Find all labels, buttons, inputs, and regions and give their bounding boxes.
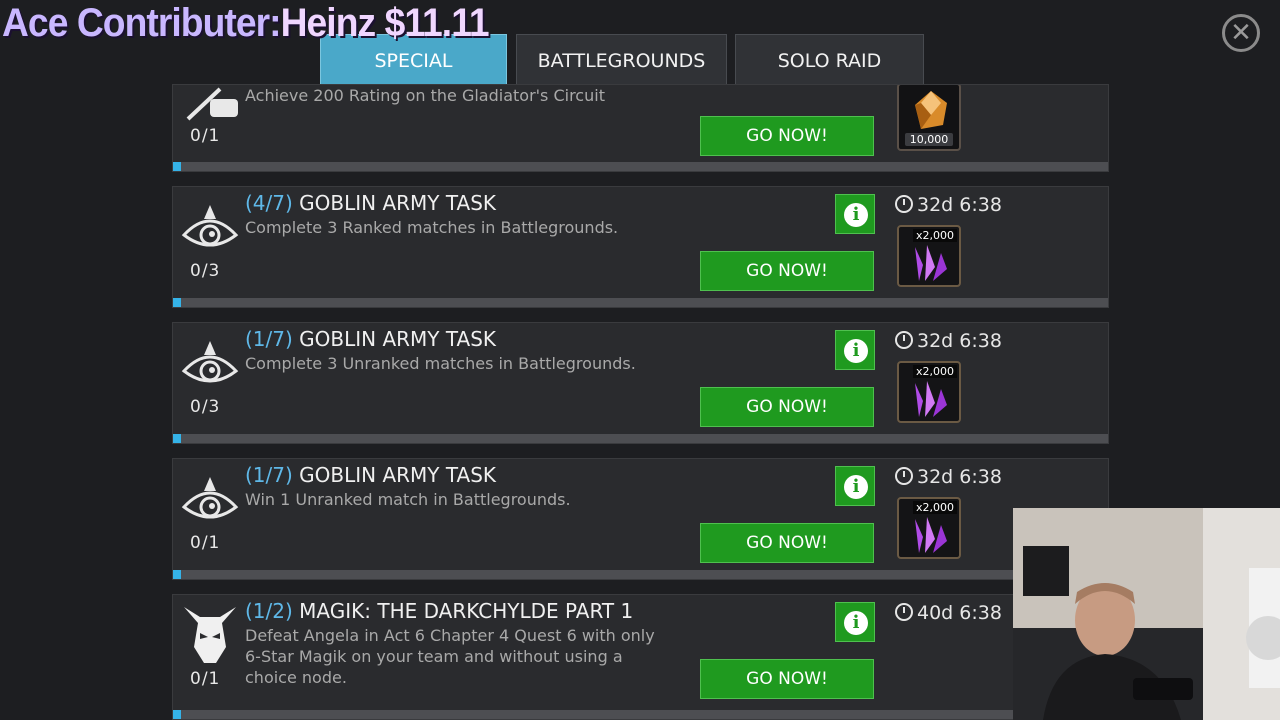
quest-card: (1/7) GOBLIN ARMY TASK Win 1 Unranked ma…	[172, 458, 1109, 580]
info-icon: i	[844, 339, 868, 363]
tab-solo-raid[interactable]: SOLO RAID	[735, 34, 924, 86]
magik-helmet-icon	[184, 607, 236, 663]
stopwatch-icon	[895, 195, 913, 213]
progress-bar-fill	[173, 710, 181, 719]
quest-step: (1/7)	[245, 327, 293, 351]
gladiator-icon	[186, 87, 238, 121]
progress-bar	[173, 162, 1108, 171]
timer-text: 32d 6:38	[917, 466, 1002, 488]
quest-timer: 32d 6:38	[895, 466, 1002, 488]
progress-bar-fill	[173, 434, 181, 443]
quest-reward[interactable]: x2,000	[897, 361, 961, 423]
go-now-button[interactable]: GO NOW!	[700, 387, 874, 427]
quest-name: GOBLIN ARMY TASK	[299, 463, 497, 487]
reward-quantity: 10,000	[905, 133, 953, 146]
go-now-button[interactable]: GO NOW!	[700, 659, 874, 699]
info-button[interactable]: i	[835, 194, 875, 234]
overlay-label: Ace Contributer:	[2, 1, 282, 45]
crystal-shards-icon	[915, 517, 947, 553]
quest-title: (1/2) MAGIK: THE DARKCHYLDE PART 1	[245, 599, 633, 623]
quest-timer: 32d 6:38	[895, 330, 1002, 352]
timer-text: 40d 6:38	[917, 602, 1002, 624]
quest-progress-count: 0/1	[190, 533, 221, 553]
progress-bar	[173, 434, 1108, 443]
gold-gem-icon	[915, 91, 947, 129]
info-button[interactable]: i	[835, 330, 875, 370]
reward-quantity: x2,000	[912, 365, 957, 378]
timer-text: 32d 6:38	[917, 330, 1002, 352]
info-button[interactable]: i	[835, 466, 875, 506]
quest-name: GOBLIN ARMY TASK	[299, 327, 497, 351]
timer-text: 32d 6:38	[917, 194, 1002, 216]
tab-battlegrounds[interactable]: BATTLEGROUNDS	[516, 34, 727, 86]
progress-bar	[173, 298, 1108, 307]
quest-progress-count: 0/1	[190, 669, 221, 689]
quest-card: (1/7) GOBLIN ARMY TASK Complete 3 Unrank…	[172, 322, 1109, 444]
quest-step: (1/2)	[245, 599, 293, 623]
quest-description: Achieve 200 Rating on the Gladiator's Ci…	[245, 86, 605, 105]
quest-description: Complete 3 Ranked matches in Battlegroun…	[245, 218, 619, 237]
close-icon: ✕	[1230, 18, 1252, 48]
close-button[interactable]: ✕	[1222, 14, 1260, 52]
quest-description: Win 1 Unranked match in Battlegrounds.	[245, 490, 571, 509]
info-button[interactable]: i	[835, 602, 875, 642]
progress-bar	[173, 570, 1108, 579]
quest-progress-count: 0/3	[190, 261, 221, 281]
quest-timer: 40d 6:38	[895, 602, 1002, 624]
crystal-shards-icon	[915, 245, 947, 281]
quest-step: (4/7)	[245, 191, 293, 215]
quest-name: GOBLIN ARMY TASK	[299, 191, 497, 215]
stopwatch-icon	[895, 331, 913, 349]
progress-bar-fill	[173, 298, 181, 307]
webcam-feed-image	[1013, 508, 1280, 720]
quest-card: Achieve 200 Rating on the Gladiator's Ci…	[172, 84, 1109, 172]
go-now-button[interactable]: GO NOW!	[700, 523, 874, 563]
quest-reward[interactable]: x2,000	[897, 497, 961, 559]
quest-description: Complete 3 Unranked matches in Battlegro…	[245, 354, 636, 373]
go-now-button[interactable]: GO NOW!	[700, 251, 874, 291]
info-icon: i	[844, 475, 868, 499]
quest-description-line: choice node.	[245, 668, 347, 687]
goblin-army-eye-icon	[181, 205, 239, 247]
reward-quantity: x2,000	[912, 229, 957, 242]
overlay-amount: Heinz $11.11	[280, 1, 490, 45]
quest-name: MAGIK: THE DARKCHYLDE PART 1	[299, 599, 634, 623]
quest-title: (1/7) GOBLIN ARMY TASK	[245, 327, 496, 351]
quest-description: Defeat Angela in Act 6 Chapter 4 Quest 6…	[245, 625, 655, 688]
quest-timer: 32d 6:38	[895, 194, 1002, 216]
info-icon: i	[844, 611, 868, 635]
go-now-button[interactable]: GO NOW!	[700, 116, 874, 156]
crystal-shards-icon	[915, 381, 947, 417]
progress-bar	[173, 710, 1108, 719]
quest-description-line: Defeat Angela in Act 6 Chapter 4 Quest 6…	[245, 626, 655, 645]
goblin-army-eye-icon	[181, 341, 239, 383]
info-icon: i	[844, 203, 868, 227]
quest-step: (1/7)	[245, 463, 293, 487]
quest-title: (4/7) GOBLIN ARMY TASK	[245, 191, 496, 215]
stream-overlay-contributor: Ace Contributer:Heinz $11.11	[2, 0, 490, 46]
progress-bar-fill	[173, 162, 181, 171]
stopwatch-icon	[895, 603, 913, 621]
stopwatch-icon	[895, 467, 913, 485]
goblin-army-eye-icon	[181, 477, 239, 519]
quest-reward[interactable]: 10,000	[897, 85, 961, 151]
quest-description-line: 6-Star Magik on your team and without us…	[245, 647, 623, 666]
quest-title: (1/7) GOBLIN ARMY TASK	[245, 463, 496, 487]
quest-card: (1/2) MAGIK: THE DARKCHYLDE PART 1 Defea…	[172, 594, 1109, 720]
reward-quantity: x2,000	[912, 501, 957, 514]
quest-card: (4/7) GOBLIN ARMY TASK Complete 3 Ranked…	[172, 186, 1109, 308]
quest-progress-count: 0/1	[190, 126, 221, 146]
webcam-overlay	[1013, 508, 1280, 720]
quest-progress-count: 0/3	[190, 397, 221, 417]
progress-bar-fill	[173, 570, 181, 579]
quest-reward[interactable]: x2,000	[897, 225, 961, 287]
